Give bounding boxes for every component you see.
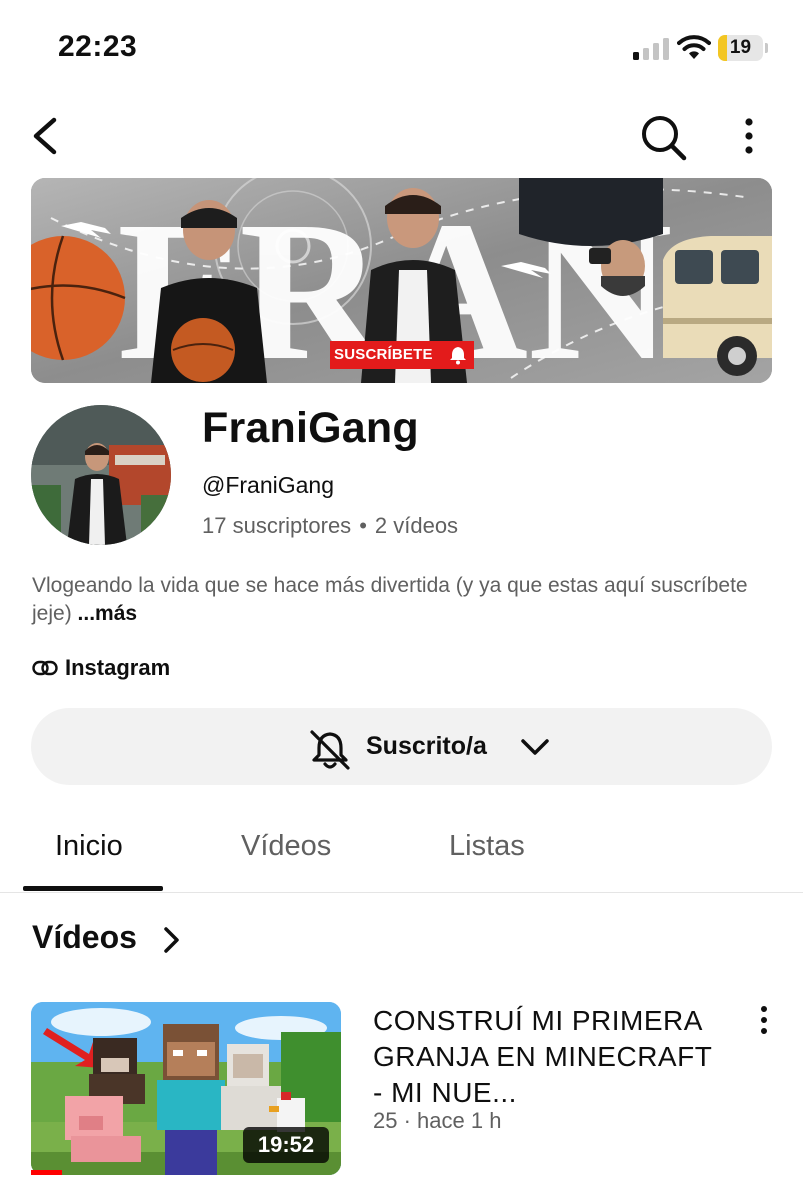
video-duration: 19:52 (243, 1127, 329, 1163)
section-title-videos[interactable]: Vídeos (32, 919, 137, 956)
video-more-icon[interactable] (752, 1004, 776, 1038)
link-icon (32, 660, 58, 676)
channel-tabs: Inicio Vídeos Listas (0, 800, 803, 893)
battery-body: 19 (718, 35, 763, 61)
channel-handle: @FraniGang (202, 472, 335, 498)
video-meta: 25 · hace 1 h (373, 1108, 502, 1133)
subscriber-count: 17 suscriptores (202, 513, 352, 538)
video-title[interactable]: CONSTRUÍ MI PRIMERA GRANJA EN MINECRAFT … (373, 1003, 723, 1111)
status-bar: 22:23 19 (0, 0, 803, 95)
cellular-signal-icon (633, 38, 669, 60)
tab-videos[interactable]: Vídeos (241, 830, 331, 863)
more-vertical-icon[interactable] (734, 114, 764, 160)
chevron-down-icon (521, 739, 549, 755)
search-icon[interactable] (638, 112, 688, 162)
banner-subscribe-label: SUSCRÍBETE (334, 346, 433, 363)
chevron-right-icon[interactable] (160, 924, 184, 956)
banner-subscribe-badge: SUSCRÍBETE (330, 341, 474, 369)
description-more-link[interactable]: ...más (78, 602, 138, 625)
avatar-image (31, 405, 171, 545)
watch-progress-bar (31, 1170, 62, 1175)
channel-avatar[interactable] (31, 405, 171, 545)
subscribed-label: Suscrito/a (366, 732, 487, 760)
description-text: Vlogeando la vida que se hace más divert… (32, 574, 748, 625)
battery-indicator: 19 (718, 35, 768, 61)
stats-separator: • (359, 513, 367, 538)
tab-inicio[interactable]: Inicio (55, 830, 123, 863)
bell-off-icon (310, 730, 350, 770)
battery-level: 19 (729, 37, 752, 58)
subscribed-button[interactable]: Suscrito/a (31, 708, 772, 785)
channel-name: FraniGang (202, 404, 419, 452)
bell-icon (450, 347, 466, 365)
channel-stats: 17 suscriptores • 2 vídeos (202, 513, 458, 539)
back-button[interactable] (26, 112, 66, 160)
battery-tip (765, 43, 768, 53)
tab-listas[interactable]: Listas (449, 830, 525, 863)
active-tab-indicator (23, 886, 163, 891)
status-time: 22:23 (58, 30, 138, 63)
channel-description[interactable]: Vlogeando la vida que se hace más divert… (32, 572, 772, 628)
channel-link-instagram[interactable]: Instagram (32, 653, 170, 683)
video-count: 2 vídeos (374, 513, 459, 538)
link-label: Instagram (65, 655, 171, 680)
wifi-icon (677, 35, 711, 59)
